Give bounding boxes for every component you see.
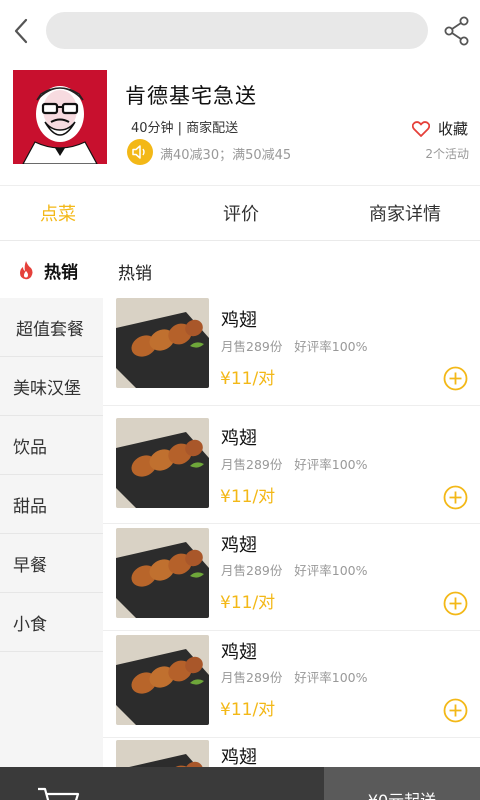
flame-icon	[20, 261, 33, 280]
add-circle-icon[interactable]	[443, 485, 468, 510]
hot-row: 热销 热销	[0, 242, 480, 298]
product-name: 鸡翅	[221, 642, 257, 663]
sidebar-item-desserts[interactable]: 甜品	[0, 475, 103, 534]
cart-area[interactable]	[0, 767, 324, 800]
back-button[interactable]	[6, 14, 36, 48]
product-price: ¥11/对	[220, 700, 276, 720]
product-price: ¥11/对	[220, 593, 276, 613]
tab-order[interactable]: 点菜	[0, 186, 116, 240]
tab-reviews[interactable]: 评价	[116, 186, 366, 240]
sidebar-item-snacks[interactable]: 小食	[0, 593, 103, 652]
activities-link[interactable]: 2个活动	[425, 145, 469, 162]
tab-merchant-details[interactable]: 商家详情	[366, 186, 444, 240]
heart-icon	[411, 120, 430, 137]
list-item[interactable]: 鸡翅 月售289份 好评率100% ¥11/对	[103, 524, 480, 631]
product-name: 鸡翅	[221, 310, 257, 331]
share-icon	[444, 16, 469, 46]
product-name: 鸡翅	[221, 747, 257, 768]
promo-text: 满40减30；满50减45	[160, 148, 292, 163]
sidebar-item-label: 热销	[44, 262, 78, 283]
chevron-left-icon	[14, 18, 28, 44]
section-title: 热销	[118, 264, 152, 284]
product-image	[116, 418, 209, 508]
shop-header: 肯德基宅急送 40分钟 | 商家配送 满40减30；满50减45 收藏 2个活动	[0, 62, 480, 186]
add-circle-icon[interactable]	[443, 591, 468, 616]
share-button[interactable]	[440, 14, 474, 48]
speaker-icon	[127, 139, 153, 165]
category-sidebar: 超值套餐 美味汉堡 饮品 甜品 早餐 小食	[0, 298, 103, 768]
checkout-button[interactable]: ¥0元起送	[324, 767, 480, 800]
sidebar-item-value-combo[interactable]: 超值套餐	[0, 298, 103, 357]
list-item[interactable]: 鸡翅 月售289份 好评率100% ¥11/对	[103, 406, 480, 524]
shop-name: 肯德基宅急送	[125, 84, 257, 108]
product-list: 鸡翅 月售289份 好评率100% ¥11/对 鸡翅 月售289份 好评率100…	[103, 298, 480, 768]
product-sales: 月售289份 好评率100%	[221, 563, 368, 578]
cart-icon[interactable]	[36, 785, 82, 800]
list-item[interactable]: 鸡翅 月售289份 好评率100% ¥11/对	[103, 631, 480, 738]
product-name: 鸡翅	[221, 535, 257, 556]
delivery-info: 40分钟 | 商家配送	[131, 121, 239, 136]
sidebar-item-burgers[interactable]: 美味汉堡	[0, 357, 103, 416]
product-sales: 月售289份 好评率100%	[221, 457, 368, 472]
list-item[interactable]: 鸡翅 月售289份 好评率100% ¥11/对	[103, 298, 480, 406]
product-price: ¥11/对	[220, 369, 276, 389]
product-image	[116, 635, 209, 725]
add-circle-icon[interactable]	[443, 698, 468, 723]
bottom-bar: ¥0元起送	[0, 767, 480, 800]
product-sales: 月售289份 好评率100%	[221, 670, 368, 685]
favorite-label: 收藏	[437, 120, 468, 138]
list-item[interactable]: 鸡翅	[103, 738, 480, 768]
sidebar-item-breakfast[interactable]: 早餐	[0, 534, 103, 593]
tab-bar: 点菜 评价 商家详情	[0, 185, 480, 241]
product-name: 鸡翅	[221, 428, 257, 449]
shop-logo	[13, 70, 107, 164]
product-image	[116, 298, 209, 388]
favorite-button[interactable]: 收藏	[411, 118, 468, 139]
product-image	[116, 740, 209, 768]
add-circle-icon[interactable]	[443, 366, 468, 391]
top-bar	[0, 0, 480, 62]
search-input[interactable]	[46, 12, 428, 49]
product-sales: 月售289份 好评率100%	[221, 339, 368, 354]
sidebar-item-hot[interactable]: 热销	[0, 242, 103, 298]
product-price: ¥11/对	[220, 487, 276, 507]
product-image	[116, 528, 209, 618]
sidebar-item-drinks[interactable]: 饮品	[0, 416, 103, 475]
